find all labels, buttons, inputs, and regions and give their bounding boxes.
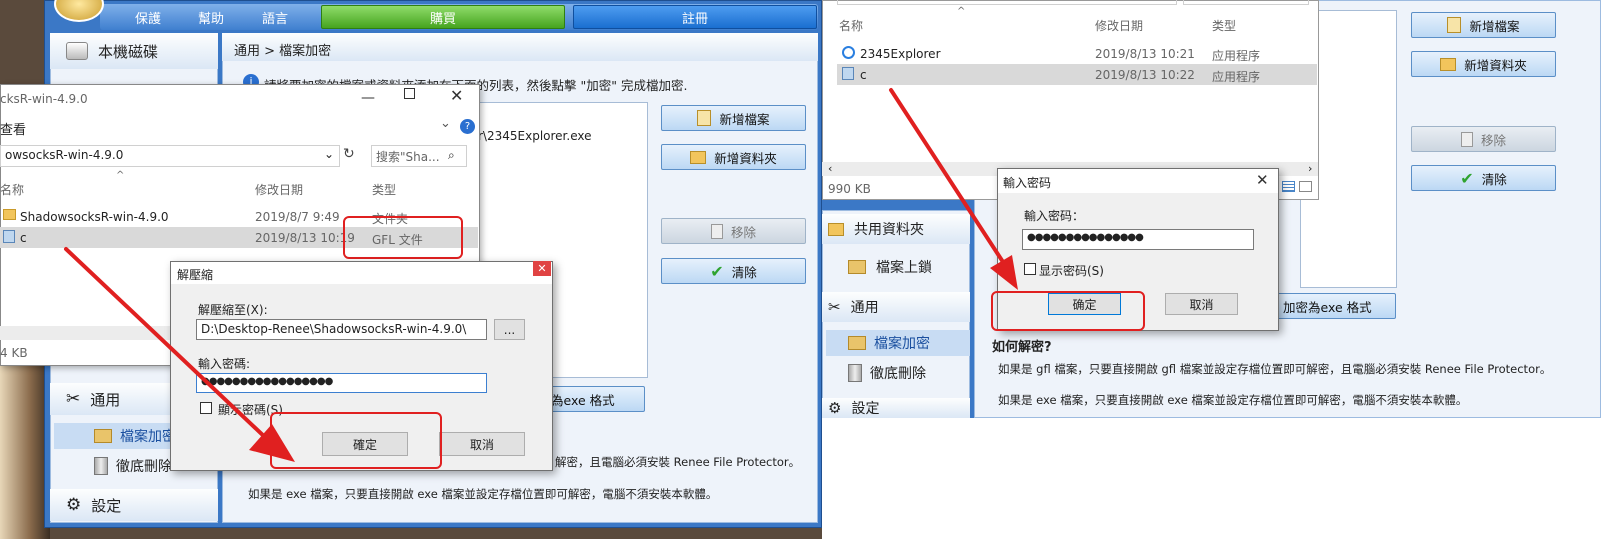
red-arrow-right: [889, 88, 1018, 290]
red-arrow-left: [64, 247, 295, 462]
